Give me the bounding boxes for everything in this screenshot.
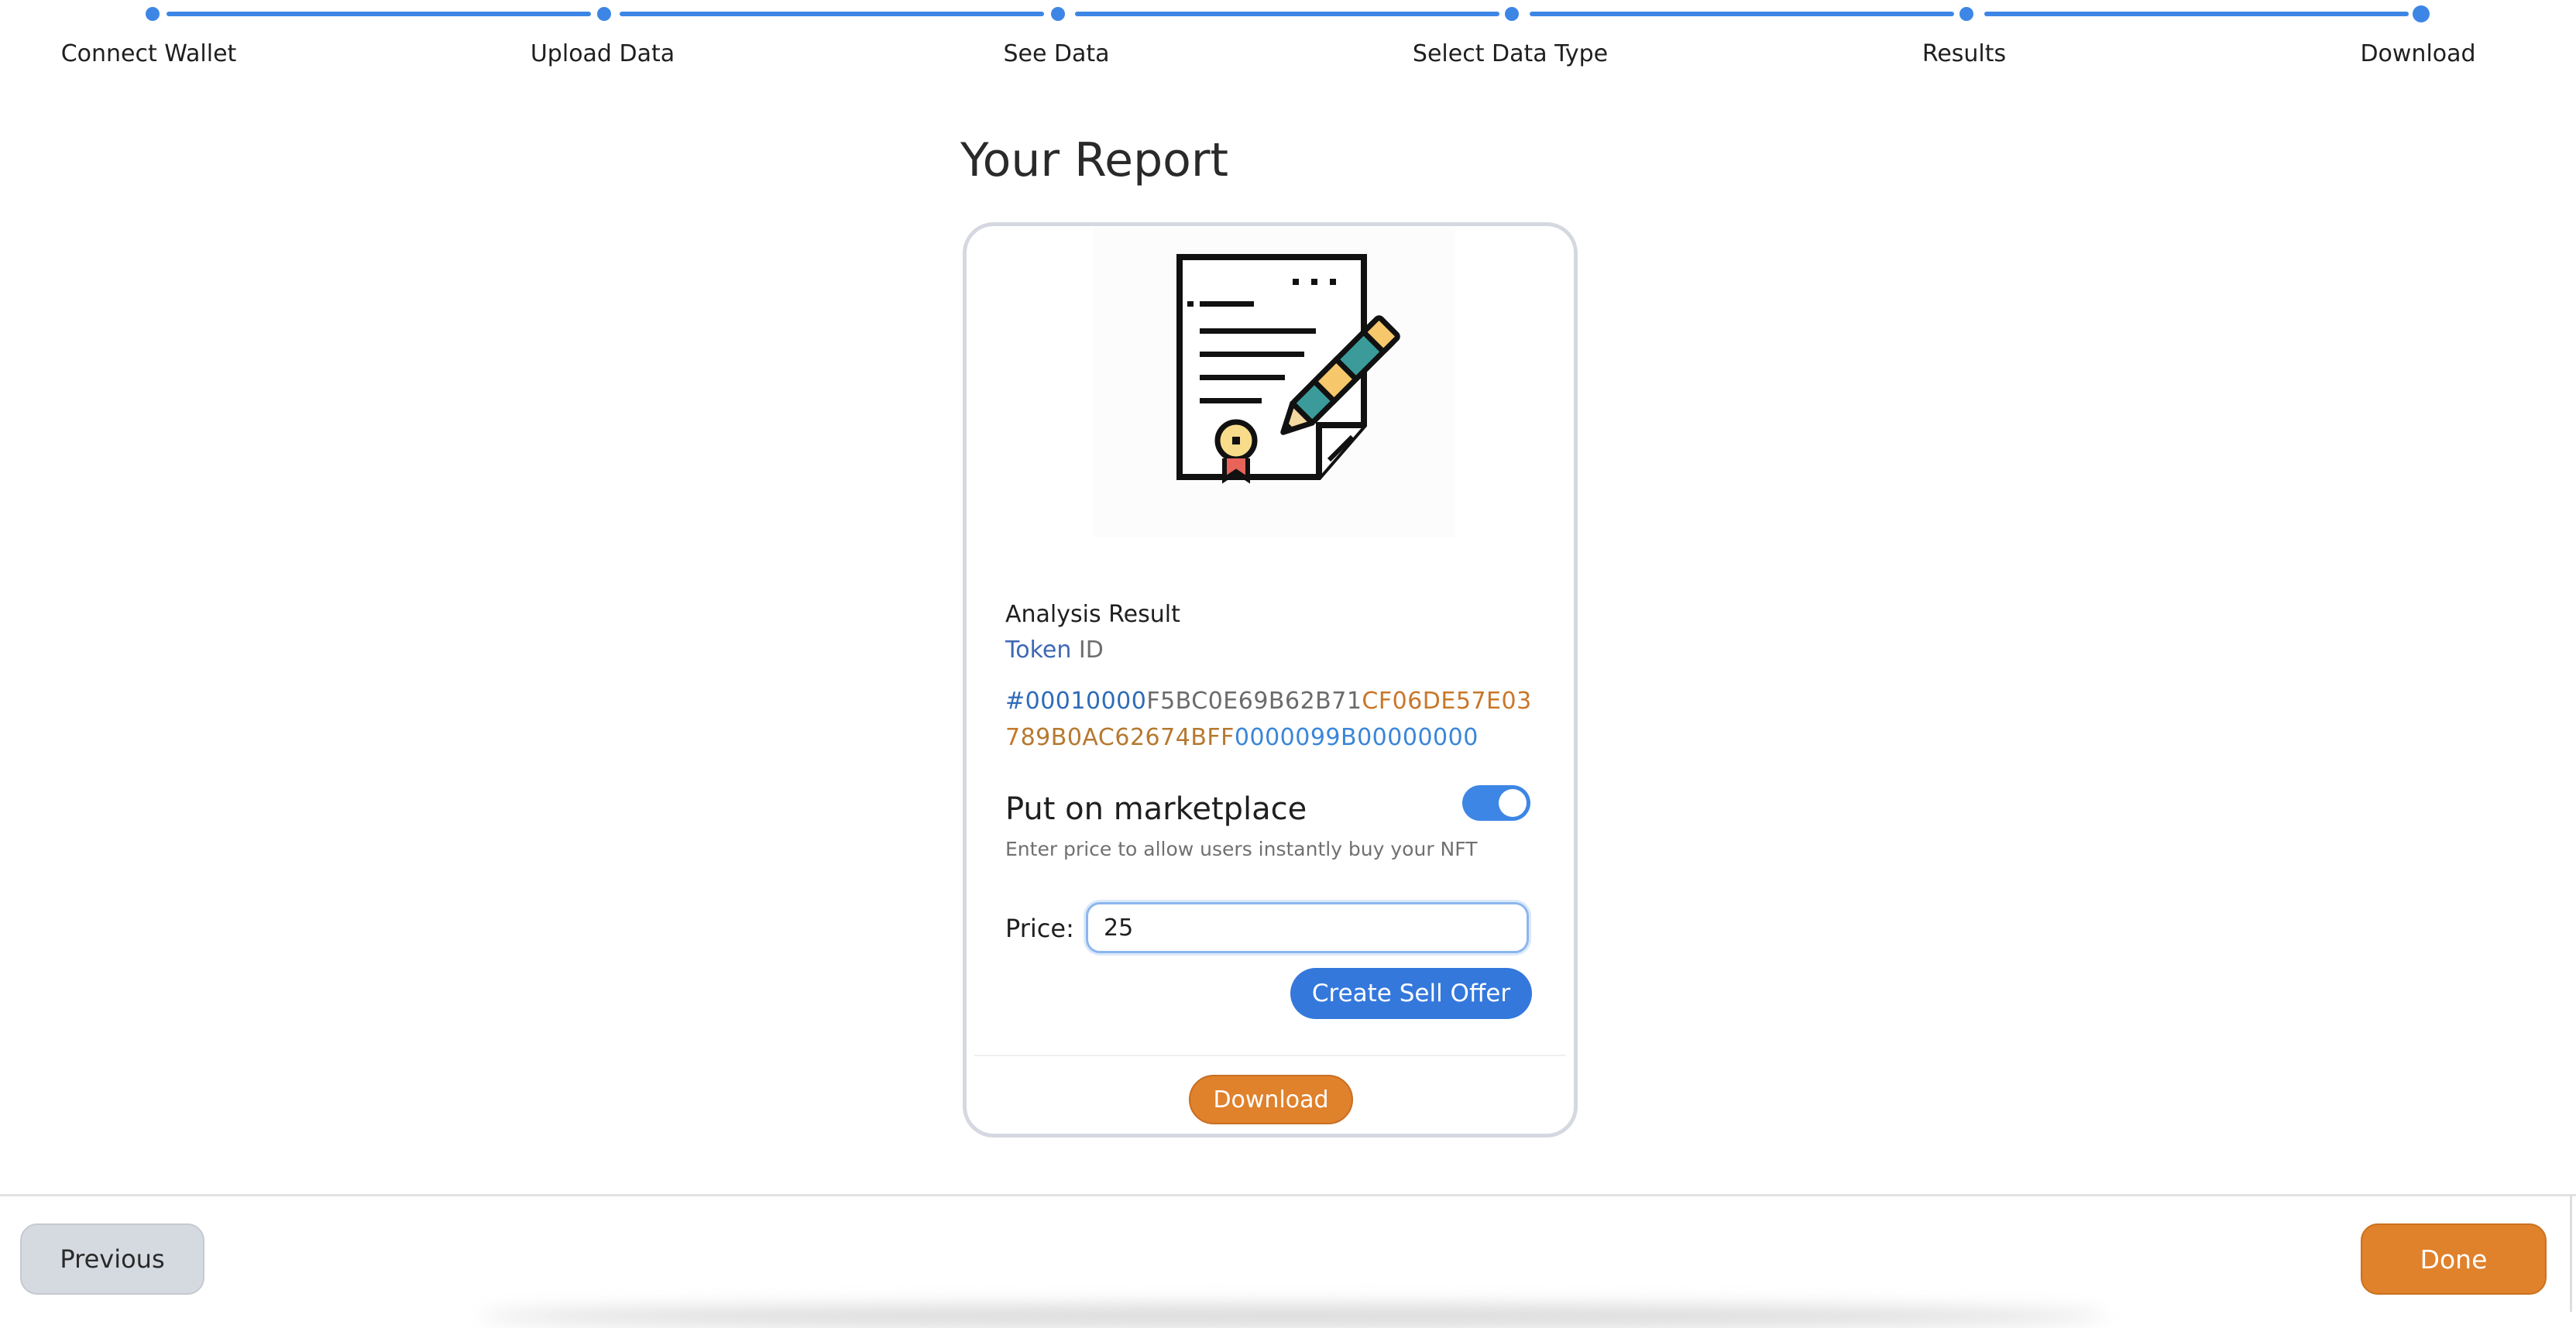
token-id-part: F5BC0E69B62B71 bbox=[1146, 688, 1362, 715]
step-label-see-data: See Data bbox=[1003, 40, 1110, 67]
token-label-word: Token bbox=[1005, 637, 1072, 664]
token-id-part: 0000099B00000000 bbox=[1234, 724, 1479, 751]
token-id-label: Token ID bbox=[1005, 637, 1104, 664]
step-connector bbox=[1984, 12, 2409, 16]
report-certificate-image bbox=[1093, 228, 1455, 537]
token-id-value: #00010000F5BC0E69B62B71CF06DE57E03789B0A… bbox=[1005, 683, 1540, 756]
toggle-knob bbox=[1499, 789, 1527, 817]
step-label-upload-data: Upload Data bbox=[530, 40, 675, 67]
page-title: Your Report bbox=[960, 133, 1229, 187]
create-sell-offer-button[interactable]: Create Sell Offer bbox=[1290, 968, 1532, 1019]
step-connector bbox=[167, 12, 591, 16]
step-dot-see-data[interactable] bbox=[1051, 7, 1065, 21]
step-connector bbox=[1075, 12, 1499, 16]
id-label-word: ID bbox=[1078, 637, 1104, 664]
token-id-part: #00010000 bbox=[1005, 688, 1147, 715]
download-button[interactable]: Download bbox=[1189, 1075, 1353, 1124]
token-id-part: 89B0AC62674BFF bbox=[1020, 724, 1235, 751]
card-divider bbox=[974, 1055, 1566, 1056]
footer-bar: Previous Done bbox=[0, 1194, 2576, 1328]
step-label-download: Download bbox=[2360, 40, 2476, 67]
marketplace-help-text: Enter price to allow users instantly buy… bbox=[1005, 838, 1478, 860]
certificate-document-with-pen-icon bbox=[1176, 254, 1400, 484]
done-button[interactable]: Done bbox=[2361, 1223, 2547, 1295]
scrollbar-edge bbox=[2570, 1194, 2572, 1312]
step-label-select-data-type: Select Data Type bbox=[1412, 40, 1609, 67]
step-dot-download[interactable] bbox=[2413, 5, 2430, 22]
step-dot-upload-data[interactable] bbox=[597, 7, 611, 21]
progress-stepper: Connect Wallet Upload Data See Data Sele… bbox=[0, 0, 2576, 77]
step-dot-select-data-type[interactable] bbox=[1505, 7, 1519, 21]
step-connector bbox=[620, 12, 1044, 16]
previous-button[interactable]: Previous bbox=[20, 1223, 204, 1295]
marketplace-title: Put on marketplace bbox=[1005, 791, 1307, 827]
step-connector bbox=[1530, 12, 1954, 16]
footer-shadow bbox=[480, 1305, 2107, 1328]
step-dot-results[interactable] bbox=[1959, 7, 1973, 21]
price-label: Price: bbox=[1005, 914, 1074, 943]
analysis-result-title: Analysis Result bbox=[1005, 601, 1180, 628]
step-dot-connect-wallet[interactable] bbox=[146, 7, 160, 21]
marketplace-toggle[interactable] bbox=[1462, 785, 1530, 821]
step-label-connect-wallet: Connect Wallet bbox=[60, 40, 237, 67]
step-label-results: Results bbox=[1922, 40, 2007, 67]
report-card: Analysis Result Token ID #00010000F5BC0E… bbox=[963, 222, 1578, 1138]
price-input[interactable] bbox=[1086, 902, 1529, 953]
